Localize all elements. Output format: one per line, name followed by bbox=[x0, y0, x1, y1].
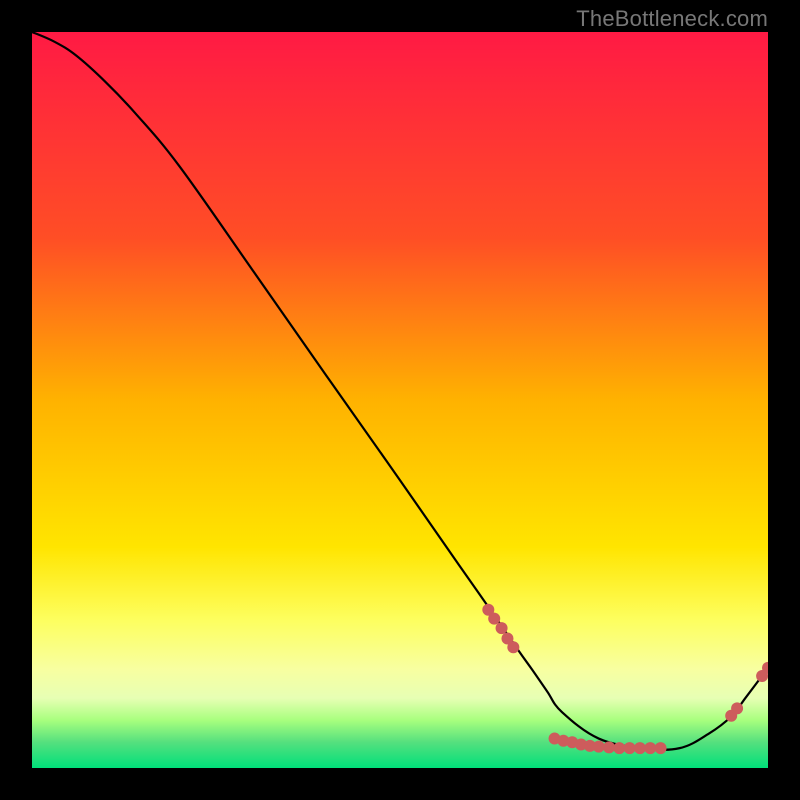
data-point-marker bbox=[496, 622, 508, 634]
figure-stage: TheBottleneck.com bbox=[0, 0, 800, 800]
data-point-marker bbox=[603, 741, 615, 753]
data-point-marker bbox=[593, 741, 605, 753]
data-point-marker bbox=[644, 742, 656, 754]
data-point-marker bbox=[731, 702, 743, 714]
data-point-marker bbox=[488, 613, 500, 625]
watermark-text: TheBottleneck.com bbox=[576, 6, 768, 32]
data-point-marker bbox=[613, 742, 625, 754]
data-point-marker bbox=[634, 742, 646, 754]
plot-area bbox=[32, 32, 768, 768]
bottleneck-curve bbox=[32, 32, 768, 750]
data-point-marker bbox=[655, 742, 667, 754]
chart-curve-layer bbox=[32, 32, 768, 768]
data-point-marker bbox=[507, 641, 519, 653]
data-point-marker bbox=[624, 742, 636, 754]
